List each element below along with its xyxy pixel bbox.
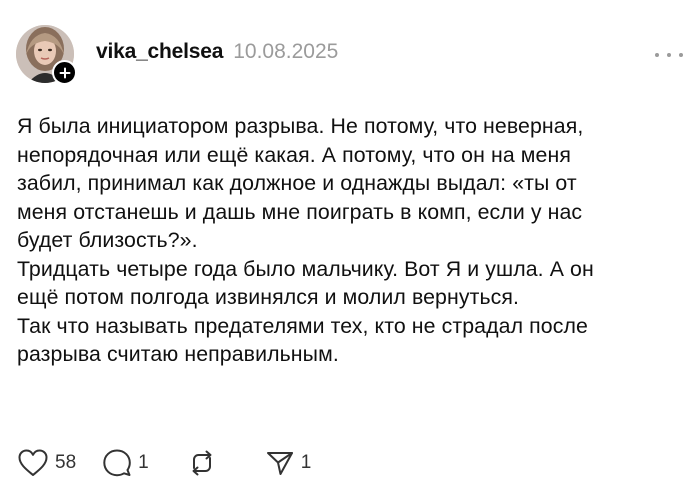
post-header: vika_chelsea 10.08.2025 — [96, 40, 338, 70]
more-options-button[interactable] — [655, 48, 683, 62]
post-text-line: Тридцать четыре года было мальчику. Вот … — [17, 256, 594, 281]
post-date: 10.08.2025 — [233, 40, 339, 63]
post-text-line: будет близость?». — [17, 228, 198, 252]
post-text-line: разрыва считаю неправильным. — [17, 342, 339, 366]
repost-button[interactable] — [187, 448, 223, 478]
share-count: 1 — [300, 452, 312, 473]
follow-button[interactable] — [52, 60, 77, 85]
post-text-line: забил, принимал как должное и однажды вы… — [17, 171, 577, 195]
heart-icon — [18, 449, 48, 476]
post-text-line: непорядочная или ещё какая. А потому, чт… — [17, 142, 571, 167]
like-button[interactable]: 58 — [17, 448, 76, 478]
share-button[interactable]: 1 — [265, 448, 312, 478]
action-bar: 58 1 1 — [17, 446, 311, 480]
post-text-line: ещё потом полгода извинялся и молил верн… — [17, 285, 520, 309]
reply-button[interactable]: 1 — [102, 448, 149, 478]
repost-icon — [192, 450, 212, 476]
reply-count: 1 — [138, 452, 149, 473]
username-link[interactable]: vika_chelsea — [96, 40, 223, 64]
send-icon — [266, 452, 293, 475]
post-text-line: Так что называть предателями тех, кто не… — [17, 313, 588, 338]
post-text-line: меня отстанешь и дашь мне поиграть в ком… — [17, 199, 583, 224]
post-card: vika_chelsea 10.08.2025 Я была инициатор… — [0, 0, 700, 494]
plus-icon — [59, 67, 70, 78]
post-text-line: Я была инициатором разрыва. Не потому, ч… — [17, 114, 584, 138]
avatar-container[interactable] — [16, 25, 78, 87]
post-text: Я была инициатором разрыва. Не потому, ч… — [17, 112, 687, 369]
more-horizontal-icon — [679, 53, 683, 57]
like-count: 58 — [55, 452, 77, 473]
more-horizontal-icon — [667, 53, 671, 57]
comment-icon — [103, 449, 131, 477]
more-horizontal-icon — [655, 53, 659, 57]
